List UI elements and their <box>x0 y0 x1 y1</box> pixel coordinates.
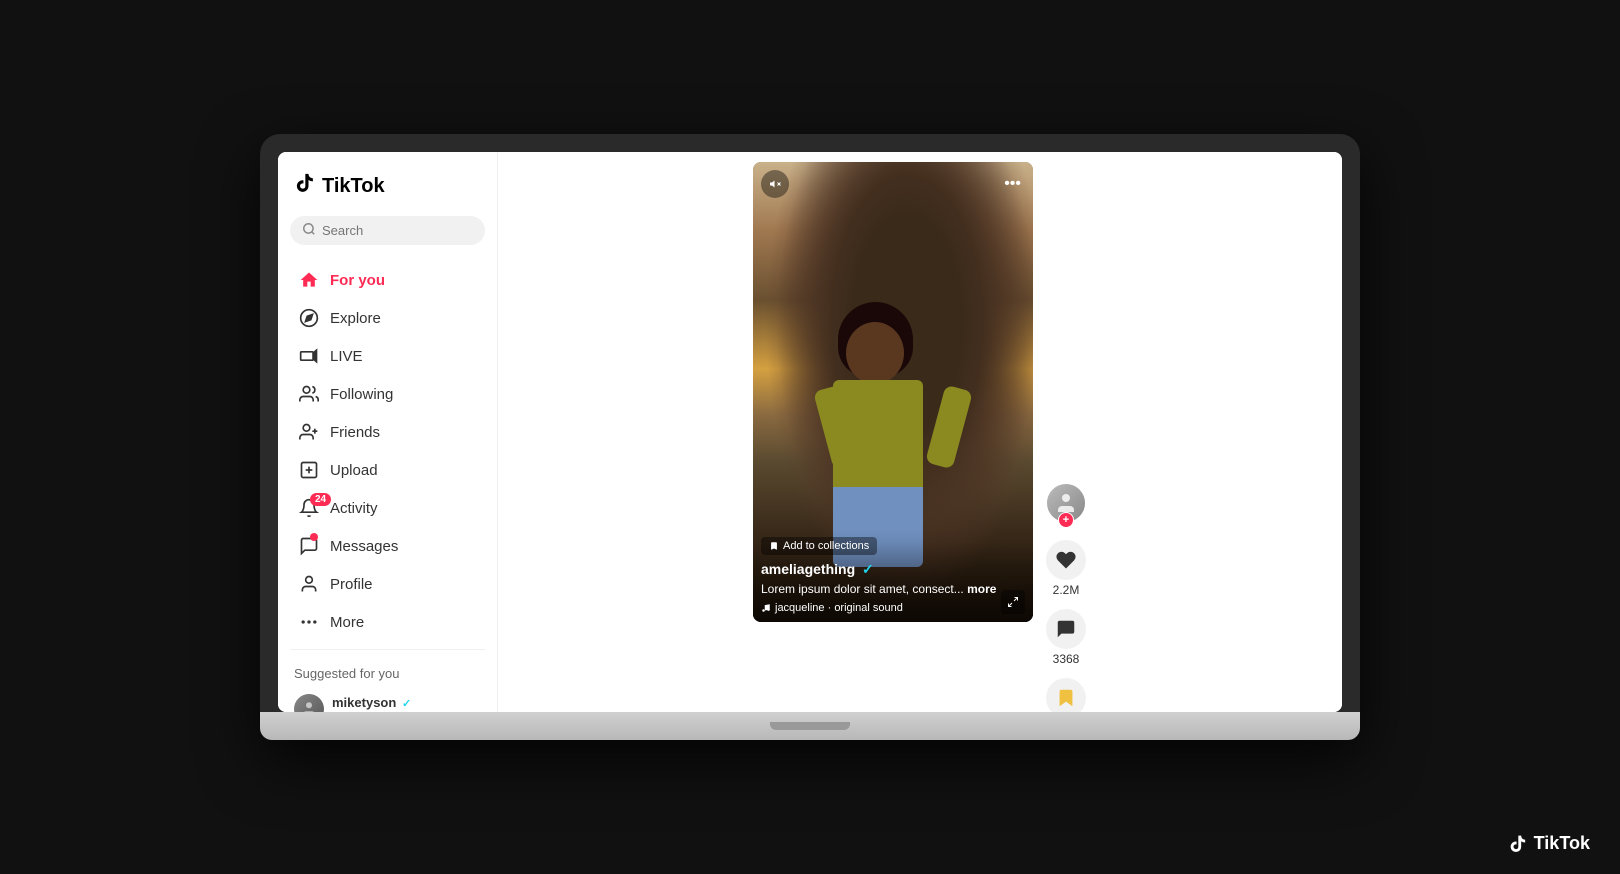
nav-activity-label: Activity <box>330 500 378 517</box>
nav-following[interactable]: Following <box>282 375 493 413</box>
video-card: ••• Add to collections ameliagething <box>753 162 1087 712</box>
video-desc-more[interactable]: more <box>967 582 996 596</box>
nav-for-you-label: For you <box>330 272 385 289</box>
laptop-notch <box>770 722 850 730</box>
nav-messages-label: Messages <box>330 538 398 555</box>
follow-plus-badge[interactable]: + <box>1058 512 1074 528</box>
nav-profile-label: Profile <box>330 576 373 593</box>
upload-icon <box>298 459 320 481</box>
tiktok-watermark: TikTok <box>1508 833 1590 854</box>
nav-live-label: LIVE <box>330 348 363 365</box>
main-nav: For you Explore LIVE <box>278 261 497 641</box>
like-button[interactable]: 2.2M <box>1046 540 1086 597</box>
sound-label: jacqueline · original sound <box>775 602 903 614</box>
comment-button[interactable]: 3368 <box>1046 609 1086 666</box>
suggested-user-miketyson[interactable]: miketyson ✓ username <box>294 689 481 712</box>
nav-upload-label: Upload <box>330 462 378 479</box>
nav-for-you[interactable]: For you <box>282 261 493 299</box>
username-miketyson: miketyson ✓ <box>332 695 411 710</box>
handle-miketyson: username <box>332 710 411 713</box>
bookmark-button[interactable]: 145.6k <box>1046 678 1086 712</box>
search-box[interactable] <box>290 216 485 245</box>
following-icon <box>298 383 320 405</box>
nav-friends-label: Friends <box>330 424 380 441</box>
nav-activity[interactable]: 24 Activity <box>282 489 493 527</box>
profile-icon <box>298 573 320 595</box>
feed-container: ••• Add to collections ameliagething <box>753 152 1087 712</box>
suggested-title: Suggested for you <box>294 666 481 681</box>
home-icon <box>298 269 320 291</box>
sound-info[interactable]: jacqueline · original sound <box>761 602 1025 614</box>
heart-icon <box>1046 540 1086 580</box>
creator-name: ameliagething ✓ <box>761 561 1025 578</box>
laptop-base <box>260 712 1360 740</box>
video-top-controls: ••• <box>753 170 1033 198</box>
comment-count: 3368 <box>1053 652 1080 666</box>
nav-more[interactable]: More <box>282 603 493 641</box>
bookmark-icon <box>1046 678 1086 712</box>
like-count: 2.2M <box>1053 583 1080 597</box>
watermark-text: TikTok <box>1534 833 1590 854</box>
add-to-collections-label: Add to collections <box>783 540 869 552</box>
nav-profile[interactable]: Profile <box>282 565 493 603</box>
video-bottom-info: Add to collections ameliagething ✓ Lorem… <box>753 529 1033 622</box>
avatar-miketyson <box>294 694 324 712</box>
fullscreen-button[interactable] <box>1001 590 1025 614</box>
nav-explore-label: Explore <box>330 310 381 327</box>
suggested-section: Suggested for you miketyson ✓ username <box>278 658 497 712</box>
divider <box>290 649 485 650</box>
creator-verified-icon: ✓ <box>862 561 874 577</box>
video-description: Lorem ipsum dolor sit amet, consect... m… <box>761 581 1025 598</box>
nav-following-label: Following <box>330 386 393 403</box>
nav-upload[interactable]: Upload <box>282 451 493 489</box>
action-sidebar: + 2.2M <box>1045 162 1087 712</box>
video-more-button[interactable]: ••• <box>1000 171 1025 197</box>
more-icon <box>298 611 320 633</box>
search-input[interactable] <box>322 223 473 238</box>
live-icon <box>298 345 320 367</box>
nav-friends[interactable]: Friends <box>282 413 493 451</box>
search-icon <box>302 222 316 239</box>
comment-icon <box>1046 609 1086 649</box>
messages-badge-dot <box>310 533 318 541</box>
compass-icon <box>298 307 320 329</box>
main-feed: ••• Add to collections ameliagething <box>498 152 1342 712</box>
nav-live[interactable]: LIVE <box>282 337 493 375</box>
app-title: TikTok <box>322 175 385 198</box>
tiktok-logo-icon <box>294 172 316 200</box>
activity-badge: 24 <box>310 493 331 506</box>
face <box>846 322 904 384</box>
sidebar: TikTok <box>278 152 498 712</box>
nav-messages[interactable]: Messages <box>282 527 493 565</box>
app-logo[interactable]: TikTok <box>278 164 497 216</box>
nav-explore[interactable]: Explore <box>282 299 493 337</box>
friends-icon <box>298 421 320 443</box>
verified-icon-miketyson: ✓ <box>402 698 411 710</box>
nav-more-label: More <box>330 614 364 631</box>
user-info-miketyson: miketyson ✓ username <box>332 695 411 713</box>
creator-avatar-wrapper[interactable]: + <box>1045 482 1087 524</box>
video-container[interactable]: ••• Add to collections ameliagething <box>753 162 1033 622</box>
mute-button[interactable] <box>761 170 789 198</box>
add-to-collections-btn[interactable]: Add to collections <box>761 537 877 555</box>
arm-right <box>925 385 973 470</box>
